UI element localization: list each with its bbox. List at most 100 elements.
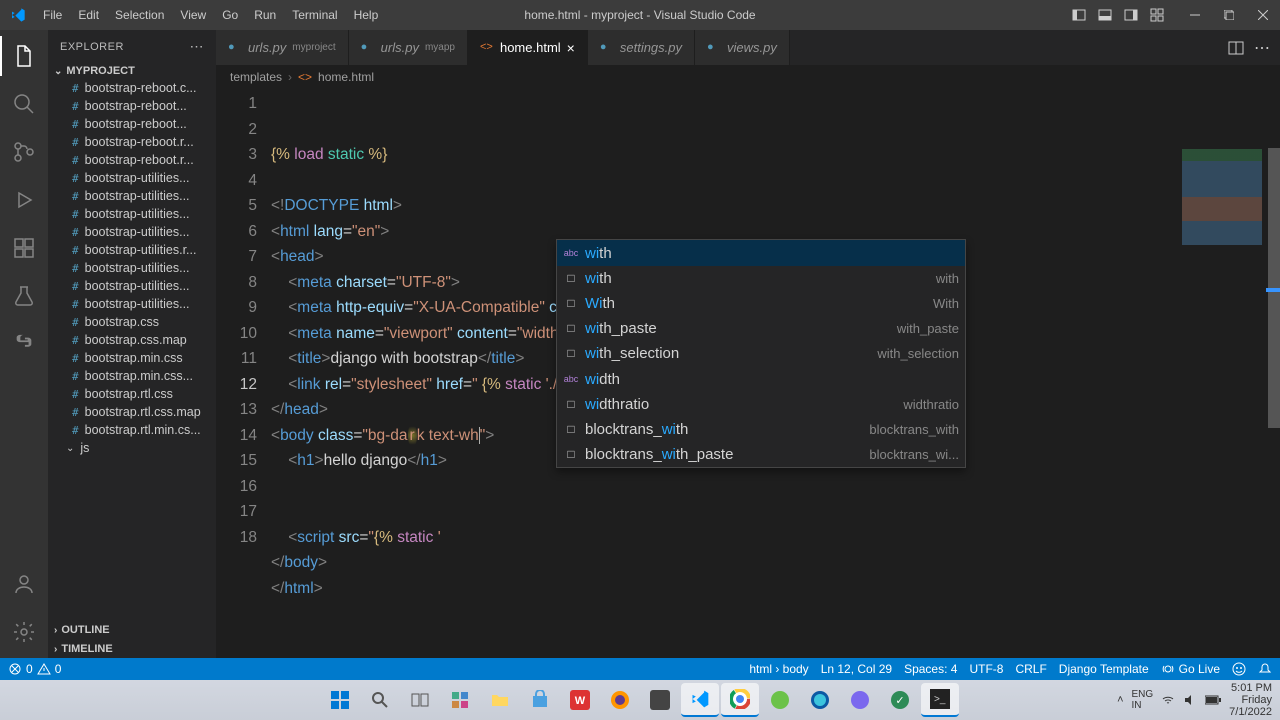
taskbar-start-icon[interactable] [321,683,359,717]
file-item[interactable]: #bootstrap.min.css... [48,367,216,385]
menu-edit[interactable]: Edit [71,4,106,26]
menu-terminal[interactable]: Terminal [285,4,344,26]
window-minimize-icon[interactable] [1178,0,1212,30]
file-item[interactable]: #bootstrap-utilities... [48,277,216,295]
toggle-panel-icon[interactable] [1092,0,1118,30]
file-item[interactable]: #bootstrap-utilities.r... [48,241,216,259]
taskbar-language[interactable]: ENGIN [1132,689,1154,711]
python-icon[interactable] [0,324,48,364]
menu-file[interactable]: File [36,4,69,26]
split-editor-icon[interactable] [1228,40,1244,56]
taskbar-search-icon[interactable] [361,683,399,717]
editor-tab[interactable]: <>home.html× [468,30,588,65]
folder-item[interactable]: ⌄js [48,439,216,457]
source-control-icon[interactable] [0,132,48,172]
intellisense-popup[interactable]: abcwith□withwith□WithWith□with_pastewith… [556,239,966,468]
debug-icon[interactable] [0,180,48,220]
testing-icon[interactable] [0,276,48,316]
autocomplete-item[interactable]: □with_selectionwith_selection [557,341,965,366]
window-close-icon[interactable] [1246,0,1280,30]
window-maximize-icon[interactable] [1212,0,1246,30]
file-item[interactable]: #bootstrap.css [48,313,216,331]
file-item[interactable]: #bootstrap-utilities... [48,205,216,223]
code-editor[interactable]: 123456789101112131415161718 {% load stat… [216,89,1280,658]
taskbar-widgets-icon[interactable] [441,683,479,717]
file-item[interactable]: #bootstrap-utilities... [48,259,216,277]
editor-more-icon[interactable]: ⋯ [1254,38,1270,58]
editor-tab[interactable]: ●views.py [695,30,790,65]
file-item[interactable]: #bootstrap-utilities... [48,295,216,313]
menu-run[interactable]: Run [247,4,283,26]
status-cursor-position[interactable]: Ln 12, Col 29 [821,662,892,676]
taskbar-taskview-icon[interactable] [401,683,439,717]
status-go-live[interactable]: Go Live [1161,662,1220,676]
status-problems[interactable]: 0 0 [8,662,61,676]
taskbar-wifi-icon[interactable] [1161,693,1175,707]
explorer-more-icon[interactable]: ⋯ [190,38,205,55]
file-item[interactable]: #bootstrap-reboot.r... [48,151,216,169]
taskbar-app4-icon[interactable] [841,683,879,717]
file-item[interactable]: #bootstrap.rtl.css.map [48,403,216,421]
autocomplete-item[interactable]: □blocktrans_withblocktrans_with [557,417,965,442]
editor-scrollbar[interactable] [1266,148,1280,658]
accounts-icon[interactable] [0,564,48,604]
taskbar-battery-icon[interactable] [1205,695,1221,705]
breadcrumb-file[interactable]: home.html [318,70,374,84]
menu-help[interactable]: Help [347,4,386,26]
file-tree[interactable]: #bootstrap-reboot.c...#bootstrap-reboot.… [48,79,216,620]
status-notifications-icon[interactable] [1258,662,1272,676]
status-breadcrumb-mode[interactable]: html › body [749,662,808,676]
toggle-primary-sidebar-icon[interactable] [1066,0,1092,30]
taskbar-chrome-icon[interactable] [721,683,759,717]
breadcrumb-folder[interactable]: templates [230,70,282,84]
file-item[interactable]: #bootstrap-utilities... [48,169,216,187]
customize-layout-icon[interactable] [1144,0,1170,30]
taskbar-app-icon[interactable]: W [561,683,599,717]
menu-go[interactable]: Go [215,4,245,26]
taskbar-volume-icon[interactable] [1183,693,1197,707]
file-item[interactable]: #bootstrap.rtl.min.cs... [48,421,216,439]
taskbar-explorer-icon[interactable] [481,683,519,717]
menu-view[interactable]: View [173,4,213,26]
taskbar-tray-chevron-icon[interactable]: ˄ [1117,694,1123,706]
minimap[interactable] [1182,149,1262,269]
search-icon[interactable] [0,84,48,124]
status-encoding[interactable]: UTF-8 [969,662,1003,676]
editor-tab[interactable]: ●urls.pymyproject [216,30,349,65]
editor-tab[interactable]: ●urls.pymyapp [349,30,468,65]
file-item[interactable]: #bootstrap-reboot.r... [48,133,216,151]
taskbar-terminal-icon[interactable]: >_ [921,683,959,717]
taskbar-store-icon[interactable] [521,683,559,717]
taskbar-app2-icon[interactable] [641,683,679,717]
toggle-secondary-sidebar-icon[interactable] [1118,0,1144,30]
file-item[interactable]: #bootstrap-reboot... [48,115,216,133]
tab-close-icon[interactable]: × [567,40,575,56]
project-section-header[interactable]: ⌄ MYPROJECT [48,63,216,79]
status-eol[interactable]: CRLF [1015,662,1046,676]
taskbar-vscode-icon[interactable] [681,683,719,717]
file-item[interactable]: #bootstrap-reboot.c... [48,79,216,97]
autocomplete-item[interactable]: □widthratiowidthratio [557,392,965,417]
file-item[interactable]: #bootstrap-utilities... [48,187,216,205]
taskbar-app5-icon[interactable]: ✓ [881,683,919,717]
file-item[interactable]: #bootstrap.min.css [48,349,216,367]
settings-gear-icon[interactable] [0,612,48,652]
extensions-icon[interactable] [0,228,48,268]
editor-tab[interactable]: ●settings.py [588,30,695,65]
autocomplete-item[interactable]: □withwith [557,266,965,291]
status-language[interactable]: Django Template [1059,662,1149,676]
taskbar-edge-icon[interactable] [801,683,839,717]
breadcrumb[interactable]: templates › <> home.html [216,65,1280,89]
outline-section[interactable]: ›OUTLINE [48,620,216,639]
autocomplete-item[interactable]: abcwith [557,240,965,266]
taskbar-app3-icon[interactable] [761,683,799,717]
status-feedback-icon[interactable] [1232,662,1246,676]
file-item[interactable]: #bootstrap.rtl.css [48,385,216,403]
autocomplete-item[interactable]: abcwidth [557,366,965,392]
file-item[interactable]: #bootstrap-reboot... [48,97,216,115]
autocomplete-item[interactable]: □with_pastewith_paste [557,316,965,341]
taskbar-firefox-icon[interactable] [601,683,639,717]
autocomplete-item[interactable]: □WithWith [557,291,965,316]
explorer-icon[interactable] [0,36,48,76]
taskbar-clock[interactable]: 5:01 PM Friday 7/1/2022 [1229,682,1272,718]
